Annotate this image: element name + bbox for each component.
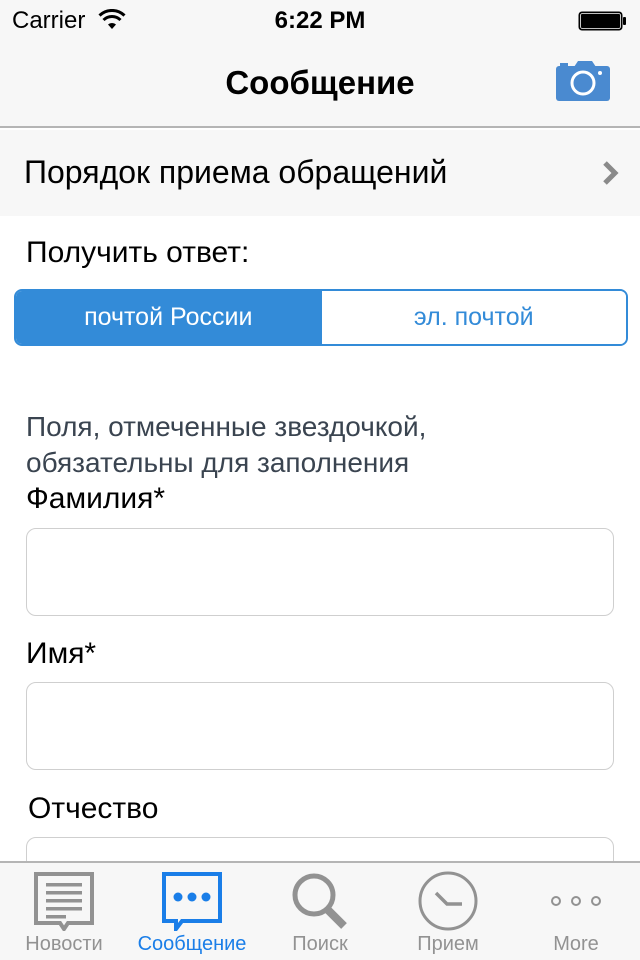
tab-more-label: More bbox=[553, 933, 599, 955]
procedure-row[interactable]: Порядок приема обращений bbox=[0, 130, 640, 216]
tab-more[interactable]: More bbox=[512, 863, 640, 960]
page-title: Сообщение bbox=[225, 64, 415, 101]
segment-email[interactable]: эл. почтой bbox=[321, 291, 626, 344]
chevron-right-icon bbox=[603, 161, 619, 185]
last-name-label: Фамилия* bbox=[26, 482, 166, 515]
first-name-input[interactable] bbox=[26, 682, 614, 770]
tab-search-label: Поиск bbox=[292, 933, 348, 955]
last-name-input[interactable] bbox=[26, 528, 614, 616]
tab-message-label: Сообщение bbox=[137, 933, 247, 955]
segment-russian-post[interactable]: почтой России bbox=[16, 291, 321, 344]
status-bar: Carrier 6:22 PM bbox=[0, 0, 640, 40]
search-icon bbox=[292, 873, 347, 929]
reply-method-label: Получить ответ: bbox=[26, 236, 250, 269]
camera-button[interactable] bbox=[556, 61, 610, 101]
message-icon bbox=[162, 872, 222, 931]
navigation-bar: Сообщение bbox=[0, 40, 640, 128]
tab-message[interactable]: Сообщение bbox=[128, 863, 256, 960]
tab-bar: Новости Сообщение Поиск Прием More bbox=[0, 861, 640, 960]
news-icon bbox=[34, 872, 94, 931]
tab-news-label: Новости bbox=[25, 933, 103, 955]
camera-icon bbox=[556, 61, 610, 101]
patronymic-label: Отчество bbox=[28, 792, 159, 825]
hint-text: Поля, отмеченные звездочкой, обязательны… bbox=[26, 411, 427, 478]
tab-news[interactable]: Новости bbox=[0, 863, 128, 960]
reply-method-segmented-control: почтой России эл. почтой bbox=[14, 289, 628, 346]
procedure-label: Порядок приема обращений bbox=[24, 154, 448, 190]
first-name-label: Имя* bbox=[26, 637, 97, 670]
clock-time: 6:22 PM bbox=[274, 7, 366, 34]
more-icon bbox=[551, 896, 601, 906]
clock-icon bbox=[418, 871, 478, 931]
tab-reception-label: Прием bbox=[417, 933, 479, 955]
required-fields-hint: Поля, отмеченные звездочкой, обязательны… bbox=[26, 409, 496, 481]
tab-reception[interactable]: Прием bbox=[384, 863, 512, 960]
battery-full-icon bbox=[578, 11, 626, 31]
tab-search[interactable]: Поиск bbox=[256, 863, 384, 960]
